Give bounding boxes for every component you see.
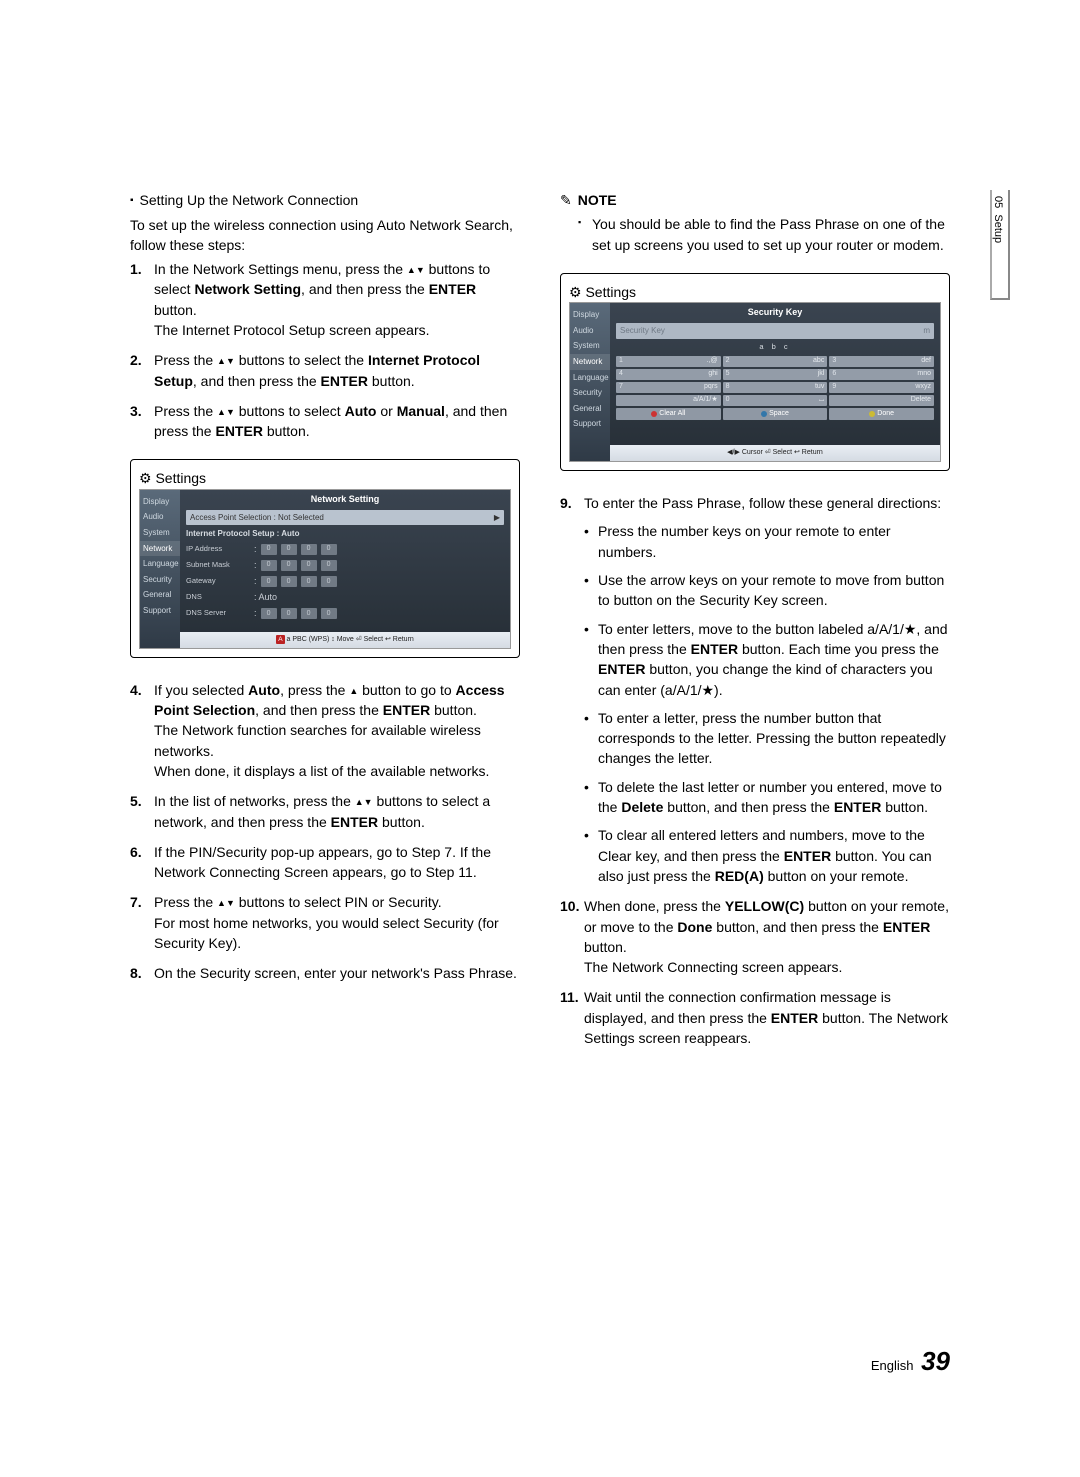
panel1-sidebar: Display Audio System Network Language Se… (140, 490, 180, 648)
keypad-key: 1.,@ (616, 356, 721, 367)
step-1: 1. In the Network Settings menu, press t… (130, 259, 520, 340)
panel2-sidebar: Display Audio System Network Language Se… (570, 303, 610, 461)
panel1-main: Network Setting Access Point Selection :… (180, 490, 510, 648)
step-8: 8. On the Security screen, enter your ne… (130, 963, 520, 983)
step-9: 9. To enter the Pass Phrase, follow thes… (560, 493, 950, 886)
note-item: You should be able to find the Pass Phra… (578, 214, 950, 255)
step-11: 11. Wait until the connection confirmati… (560, 987, 950, 1048)
keypad-key: 9wxyz (829, 382, 934, 393)
left-column: Setting Up the Network Connection To set… (130, 190, 520, 1058)
keypad-key: 8tuv (723, 382, 828, 393)
page-number: 39 (921, 1346, 950, 1376)
side-tab: 05 Setup (990, 190, 1010, 300)
keypad-key: 7pqrs (616, 382, 721, 393)
chapter-label: Setup (992, 214, 1004, 243)
keypad-key: Delete (829, 395, 934, 406)
intro-text: To set up the wireless connection using … (130, 215, 520, 256)
footer-lang: English (871, 1358, 914, 1373)
keypad-key: 2abc (723, 356, 828, 367)
step-6: 6. If the PIN/Security pop-up appears, g… (130, 842, 520, 883)
panel2-main: Security Key Security Keym a b c 1.,@2ab… (610, 303, 940, 461)
keypad-key: a/A/1/★ (616, 395, 721, 406)
settings-panel-security: ⚙ Settings Display Audio System Network … (560, 273, 950, 471)
chapter-num: 05 (992, 196, 1004, 208)
right-column: NOTE You should be able to find the Pass… (560, 190, 950, 1058)
step-10: 10. When done, press the YELLOW(C) butto… (560, 896, 950, 977)
keypad-key: 4ghi (616, 369, 721, 380)
page-footer: English 39 (871, 1346, 950, 1377)
keypad-key: 5jkl (723, 369, 828, 380)
step-3: 3. Press the ▲▼ buttons to select Auto o… (130, 401, 520, 442)
step-4: 4. If you selected Auto, press the ▲ but… (130, 680, 520, 781)
step-7: 7. Press the ▲▼ buttons to select PIN or… (130, 892, 520, 953)
keypad-key: 6mno (829, 369, 934, 380)
section-header: Setting Up the Network Connection (130, 190, 520, 211)
note-heading: NOTE (560, 190, 950, 210)
settings-panel-network: ⚙ Settings Display Audio System Network … (130, 459, 520, 657)
step-5: 5. In the list of networks, press the ▲▼… (130, 791, 520, 832)
keypad-key: 0⌴ (723, 395, 828, 406)
step-2: 2. Press the ▲▼ buttons to select the In… (130, 350, 520, 391)
keypad-key: 3def (829, 356, 934, 367)
